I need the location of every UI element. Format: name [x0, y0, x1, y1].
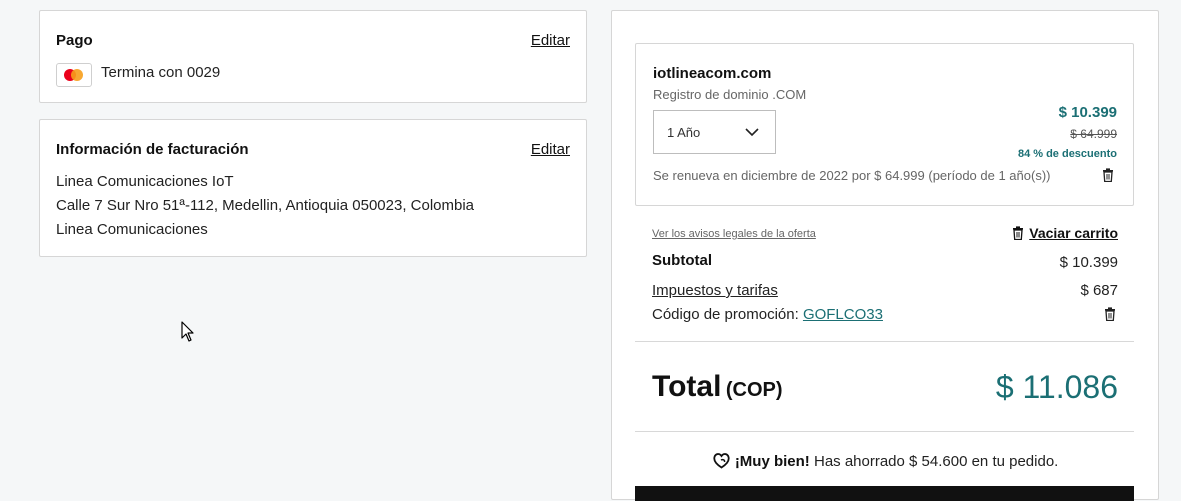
total-value: $ 11.086 — [995, 369, 1118, 405]
checkout-button-edge[interactable] — [635, 486, 1134, 501]
edit-billing-button[interactable]: Editar — [531, 141, 570, 158]
total-label: Total — [652, 370, 722, 403]
promo-row: Código de promoción: GOFLCO33 — [652, 306, 883, 323]
billing-title: Información de facturación — [56, 141, 249, 158]
payment-card: Pago Editar Termina con 0029 — [39, 10, 587, 103]
trash-icon — [1013, 226, 1024, 240]
chevron-down-icon — [745, 128, 759, 137]
item-old-price: $ 64.999 — [1070, 127, 1117, 141]
savings-text: Has ahorrado $ 54.600 en tu pedido. — [813, 453, 1059, 470]
card-ending-text: Termina con 0029 — [101, 64, 221, 81]
mouse-cursor-icon — [181, 321, 194, 342]
total-currency: (COP) — [725, 379, 783, 401]
taxes-value: $ 687 — [1080, 282, 1118, 299]
renew-note: Se renueva en diciembre de 2022 por $ 64… — [653, 168, 1051, 183]
promo-label: Código de promoción: — [652, 306, 799, 323]
savings-bold: ¡Muy bien! — [734, 453, 810, 470]
item-discount: 84 % de descuento — [1017, 148, 1117, 160]
taxes-link[interactable]: Impuestos y tarifas — [652, 282, 778, 299]
domain-name: iotlineacom.com — [653, 65, 772, 82]
empty-cart-button[interactable]: Vaciar carrito — [1012, 225, 1118, 241]
divider-bottom — [635, 431, 1134, 432]
billing-card: Información de facturación Editar Linea … — [39, 119, 587, 257]
savings-row: ¡Muy bien! Has ahorrado $ 54.600 en tu p… — [612, 452, 1158, 470]
subtotal-value: $ 10.399 — [1059, 254, 1118, 271]
billing-line-address: Calle 7 Sur Nro 51ª-112, Medellin, Antio… — [56, 197, 475, 214]
order-summary-panel: iotlineacom.com Registro de dominio .COM… — [611, 10, 1159, 501]
billing-line-name: Linea Comunicaciones IoT — [56, 173, 234, 190]
remove-promo-trash-icon[interactable] — [1104, 307, 1116, 321]
edit-payment-button[interactable]: Editar — [531, 32, 570, 49]
item-price: $ 10.399 — [1058, 104, 1117, 121]
cart-item-card: iotlineacom.com Registro de dominio .COM… — [635, 43, 1134, 206]
subtotal-label: Subtotal — [652, 252, 712, 269]
godaddy-logo-icon — [713, 453, 730, 469]
remove-item-trash-icon[interactable] — [1102, 168, 1114, 182]
payment-title: Pago — [56, 32, 93, 49]
term-select[interactable]: 1 Año — [653, 110, 776, 154]
term-select-value: 1 Año — [667, 125, 701, 140]
mastercard-icon — [56, 63, 92, 87]
divider-top — [635, 341, 1134, 342]
domain-subtitle: Registro de dominio .COM — [653, 87, 807, 102]
legal-notices-link[interactable]: Ver los avisos legales de la oferta — [652, 228, 816, 240]
promo-code-link[interactable]: GOFLCO33 — [803, 306, 883, 323]
total-label-group: Total (COP) — [652, 370, 783, 404]
billing-line-company: Linea Comunicaciones — [56, 221, 208, 238]
empty-cart-label: Vaciar carrito — [1029, 225, 1118, 241]
